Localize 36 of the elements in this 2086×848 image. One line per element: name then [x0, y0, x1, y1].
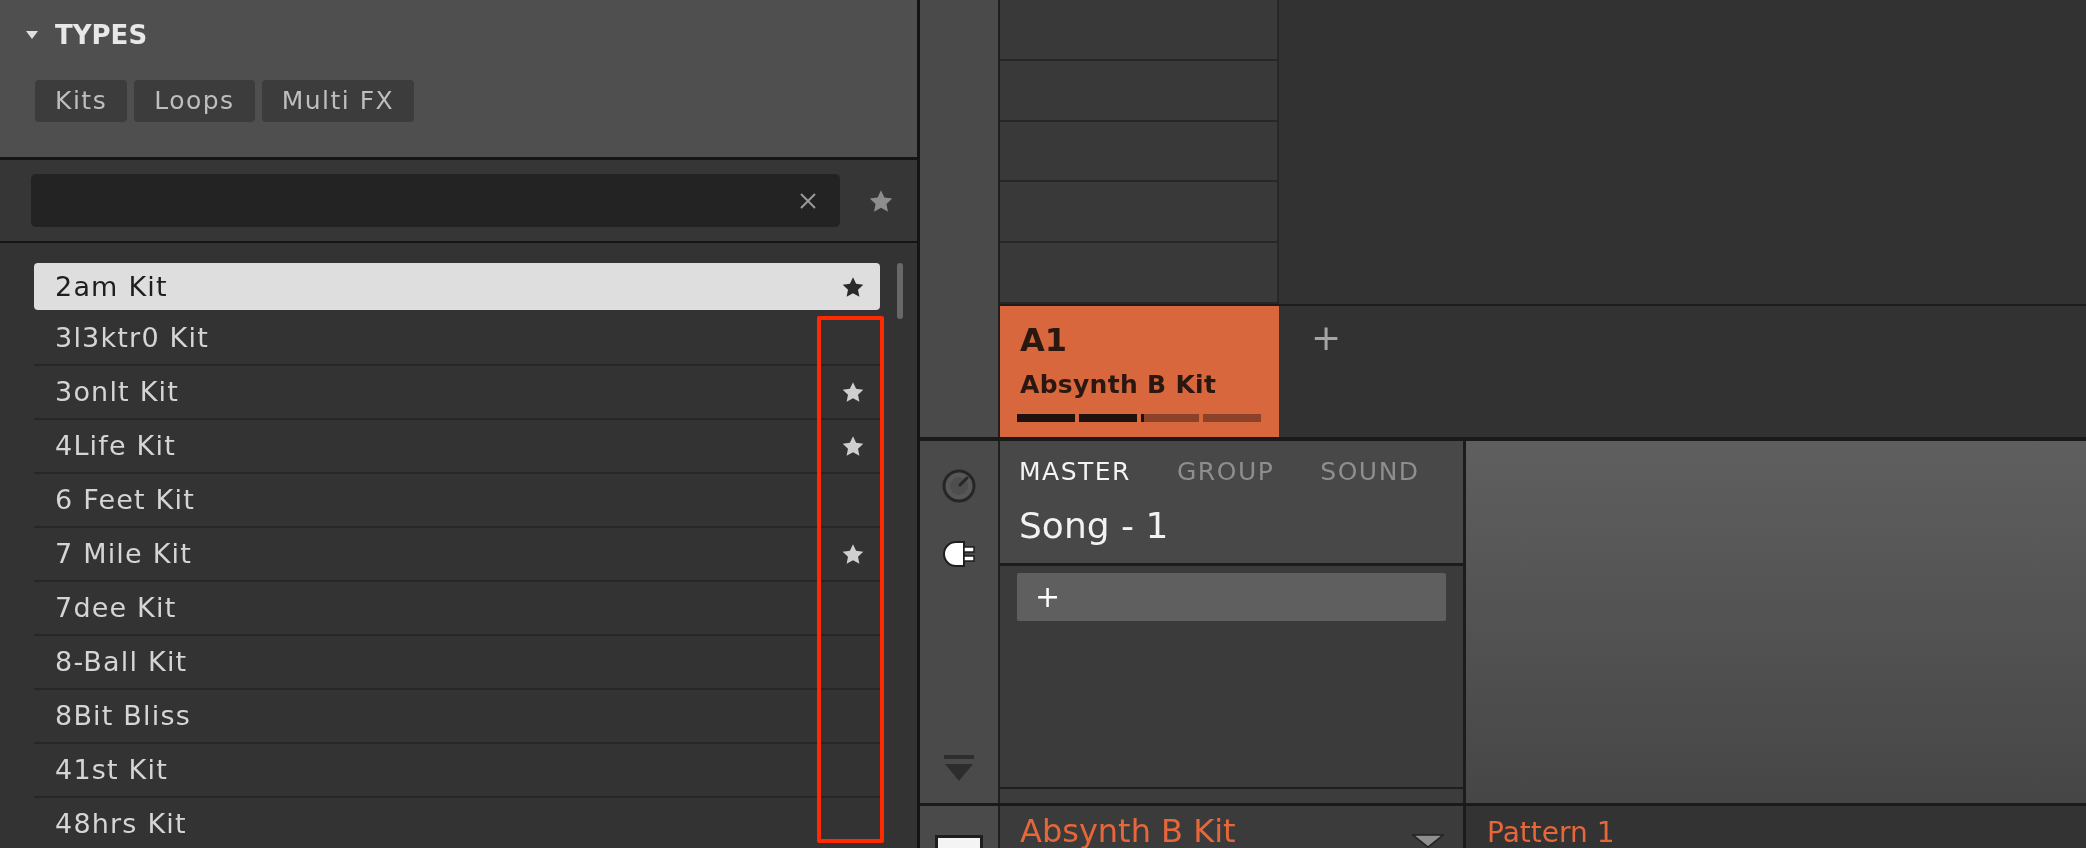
result-item[interactable]: 4Life Kit: [34, 420, 880, 474]
star-icon[interactable]: [842, 543, 864, 565]
add-slot-button[interactable]: +: [1017, 573, 1446, 621]
result-item[interactable]: 2am Kit: [34, 263, 880, 310]
type-tag[interactable]: Kits: [35, 80, 128, 122]
knob-icon[interactable]: [942, 469, 976, 503]
result-item[interactable]: 8Bit Bliss: [34, 690, 880, 744]
mixer-title: Song - 1: [1019, 506, 1170, 546]
bar-icon[interactable]: [935, 835, 983, 848]
star-icon[interactable]: [869, 188, 893, 213]
plug-icon[interactable]: [942, 540, 976, 568]
search-field[interactable]: [31, 174, 840, 227]
pattern-slot[interactable]: A1 Absynth B Kit: [1000, 306, 1279, 437]
result-item[interactable]: 3onlt Kit: [34, 366, 880, 420]
star-icon[interactable]: [842, 435, 864, 457]
result-item[interactable]: 41st Kit: [34, 744, 880, 798]
type-tag[interactable]: Loops: [134, 80, 255, 122]
scrollbar-thumb[interactable]: [897, 263, 903, 319]
section-title[interactable]: TYPES: [55, 20, 148, 50]
type-tag[interactable]: Multi FX: [261, 80, 415, 122]
pattern-name: Absynth B Kit: [1019, 370, 1218, 400]
dropdown-caret-icon[interactable]: [1412, 834, 1444, 848]
result-item[interactable]: 6 Feet Kit: [34, 474, 880, 528]
caret-icon[interactable]: [26, 31, 38, 39]
pattern-title[interactable]: Pattern 1: [1487, 816, 1615, 848]
result-item[interactable]: 48hrs Kit: [34, 798, 880, 848]
mixer-tab[interactable]: MASTER: [1019, 458, 1131, 486]
clear-icon[interactable]: [800, 192, 816, 209]
result-item[interactable]: 3l3ktr0 Kit: [34, 312, 880, 366]
result-item[interactable]: 8-Ball Kit: [34, 636, 880, 690]
result-item[interactable]: 7dee Kit: [34, 582, 880, 636]
result-item[interactable]: 7 Mile Kit: [34, 528, 880, 582]
add-pattern-button[interactable]: +: [1311, 320, 1342, 356]
star-icon[interactable]: [842, 381, 864, 403]
star-icon[interactable]: [842, 275, 864, 298]
pattern-label: A1: [1019, 322, 1069, 358]
